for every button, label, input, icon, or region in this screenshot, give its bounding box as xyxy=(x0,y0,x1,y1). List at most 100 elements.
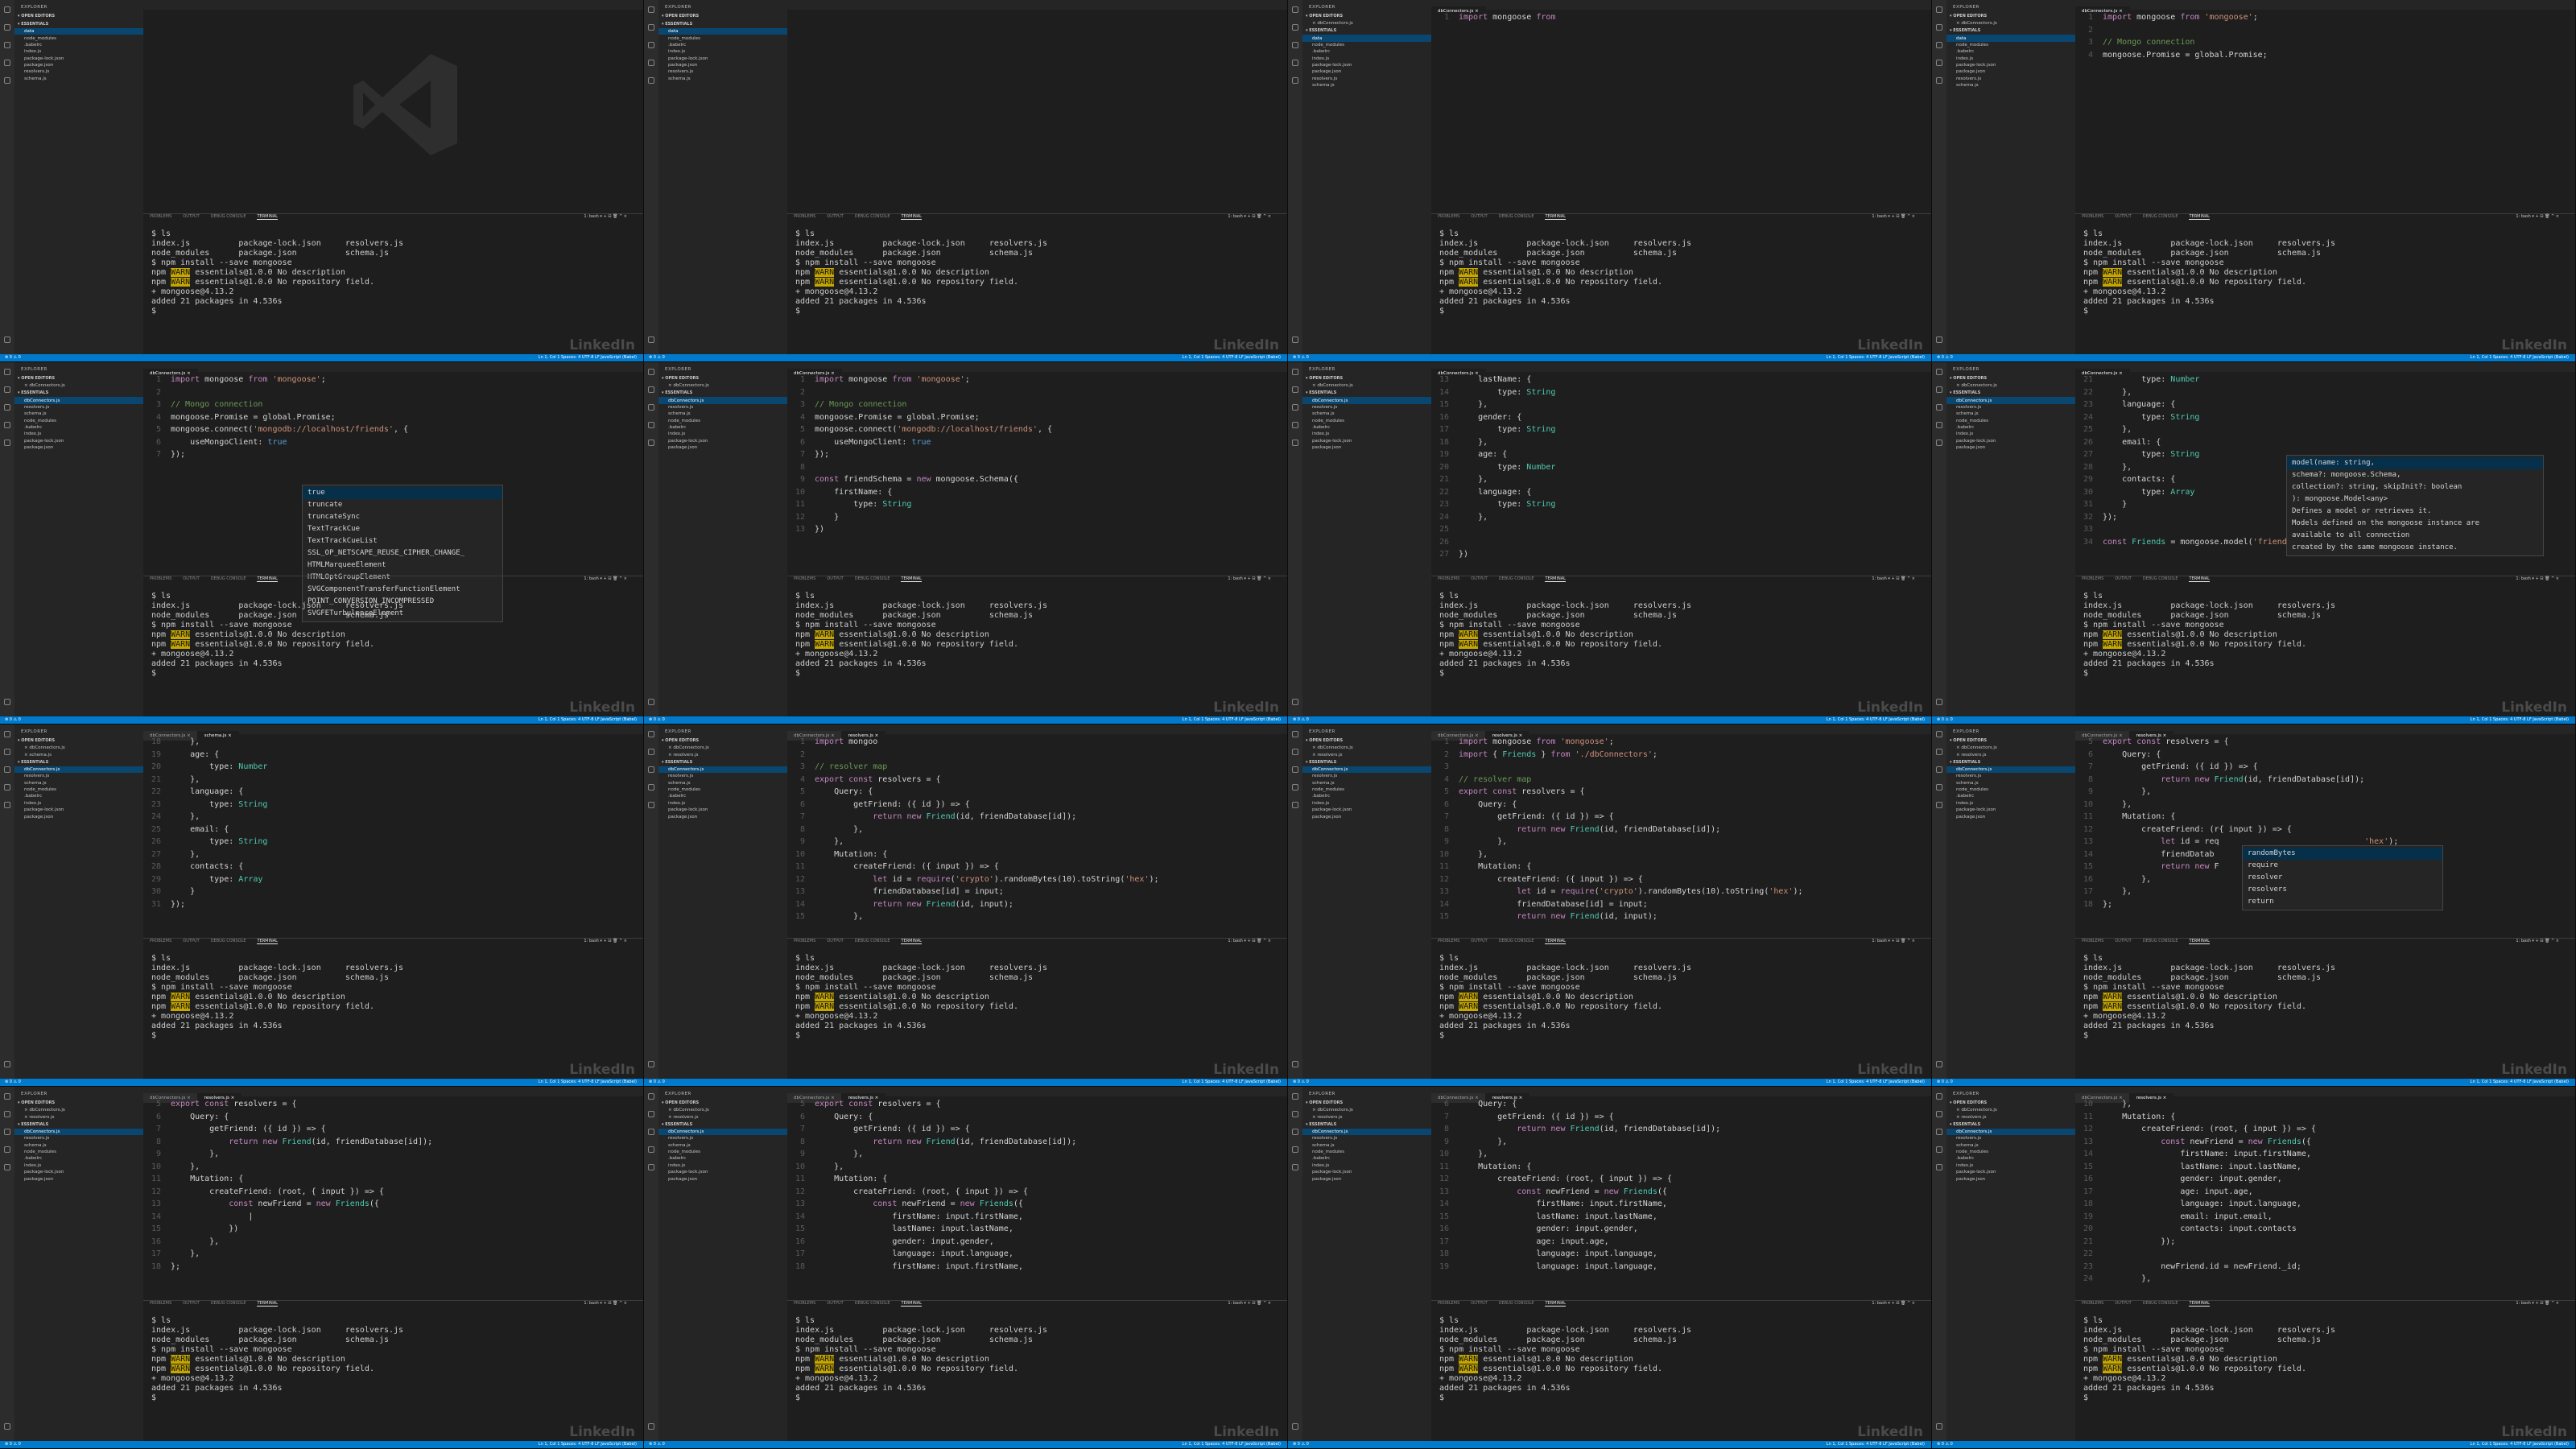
project-header[interactable]: ▾ ESSENTIALS xyxy=(1302,27,1431,35)
file-item[interactable]: .babelrc xyxy=(1946,48,2075,55)
file-item[interactable]: node_modules xyxy=(658,35,787,41)
open-editor-item[interactable]: × dbConnectors.js xyxy=(1302,1107,1431,1113)
panel-tab-debug-console[interactable]: DEBUG CONSOLE xyxy=(2143,214,2178,219)
extensions-icon[interactable] xyxy=(4,77,10,84)
open-editor-item[interactable]: × dbConnectors.js xyxy=(658,745,787,751)
code-editor[interactable]: 1 import mongoose from 'mongoose'; 2 3 // Mo… xyxy=(2075,11,2569,213)
terminal-output[interactable]: $ ls index.js package-lock.json resolvers… xyxy=(2083,1316,2569,1403)
file-item[interactable]: package.json xyxy=(14,813,143,819)
file-item[interactable]: resolvers.js xyxy=(1946,76,2075,82)
file-item[interactable]: .babelrc xyxy=(658,42,787,48)
panel-tab-debug-console[interactable]: DEBUG CONSOLE xyxy=(211,1301,246,1306)
debug-icon[interactable] xyxy=(1936,1146,1942,1153)
panel-tab-problems[interactable]: PROBLEMS xyxy=(794,214,815,219)
panel-tab-output[interactable]: OUTPUT xyxy=(183,1301,199,1306)
panel-tab-output[interactable]: OUTPUT xyxy=(2115,939,2131,943)
files-icon[interactable] xyxy=(648,1093,654,1100)
file-item[interactable]: dbConnectors.js xyxy=(1946,397,2075,404)
terminal-tools[interactable]: 1: bash ▾ + ⊟ 🗑 ^ × xyxy=(2516,576,2559,581)
status-left[interactable]: ⊗ 0 ⚠ 0 xyxy=(5,1080,21,1084)
open-editors-header[interactable]: ▾ OPEN EDITORS xyxy=(1946,12,2075,20)
debug-icon[interactable] xyxy=(648,784,654,791)
file-item[interactable]: schema.js xyxy=(1946,82,2075,89)
extensions-icon[interactable] xyxy=(648,1164,654,1170)
open-editors-header[interactable]: ▾ OPEN EDITORS xyxy=(1946,374,2075,382)
status-right[interactable]: Ln 1, Col 1 Spaces: 4 UTF-8 LF JavaScrip… xyxy=(1827,716,1925,724)
panel-tab-problems[interactable]: PROBLEMS xyxy=(794,1301,815,1306)
terminal-tools[interactable]: 1: bash ▾ + ⊟ 🗑 ^ × xyxy=(1872,939,1915,943)
file-item[interactable]: package-lock.json xyxy=(14,1169,143,1175)
file-item[interactable]: .babelrc xyxy=(14,1155,143,1162)
open-editor-item[interactable]: × resolvers.js xyxy=(14,1113,143,1120)
file-item[interactable]: resolvers.js xyxy=(1302,773,1431,779)
gear-icon[interactable] xyxy=(1936,699,1942,705)
file-item[interactable]: package.json xyxy=(1946,68,2075,75)
gear-icon[interactable] xyxy=(648,1423,654,1430)
panel-tab-output[interactable]: OUTPUT xyxy=(1471,576,1487,581)
open-editor-item[interactable]: × resolvers.js xyxy=(1302,751,1431,758)
panel-tab-terminal[interactable]: TERMINAL xyxy=(901,576,922,582)
suggest-item[interactable]: require xyxy=(2243,860,2442,872)
terminal-output[interactable]: $ ls index.js package-lock.json resolvers… xyxy=(2083,229,2569,316)
file-item[interactable]: .babelrc xyxy=(1302,48,1431,55)
terminal-tools[interactable]: 1: bash ▾ + ⊟ 🗑 ^ × xyxy=(1228,214,1271,219)
file-item[interactable]: resolvers.js xyxy=(658,1135,787,1141)
panel-tab-problems[interactable]: PROBLEMS xyxy=(150,576,171,581)
search-icon[interactable] xyxy=(1292,24,1298,31)
terminal-output[interactable]: $ ls index.js package-lock.json resolvers… xyxy=(1439,954,1925,1041)
status-left[interactable]: ⊗ 0 ⚠ 0 xyxy=(1293,1442,1309,1447)
file-item[interactable]: package.json xyxy=(1946,1175,2075,1182)
panel-tab-terminal[interactable]: TERMINAL xyxy=(1545,576,1566,582)
status-right[interactable]: Ln 1, Col 1 Spaces: 4 UTF-8 LF JavaScrip… xyxy=(539,1079,637,1086)
open-editor-item[interactable]: × dbConnectors.js xyxy=(1946,1107,2075,1113)
extensions-icon[interactable] xyxy=(1292,802,1298,808)
terminal-output[interactable]: $ ls index.js package-lock.json resolvers… xyxy=(1439,1316,1925,1403)
file-item[interactable]: package-lock.json xyxy=(658,438,787,444)
extensions-icon[interactable] xyxy=(1292,77,1298,84)
file-item[interactable]: index.js xyxy=(14,1162,143,1169)
file-item[interactable]: .babelrc xyxy=(1302,1155,1431,1162)
extensions-icon[interactable] xyxy=(1292,440,1298,446)
status-right[interactable]: Ln 1, Col 1 Spaces: 4 UTF-8 LF JavaScrip… xyxy=(539,1441,637,1448)
file-item[interactable]: resolvers.js xyxy=(14,773,143,779)
status-right[interactable]: Ln 1, Col 1 Spaces: 4 UTF-8 LF JavaScrip… xyxy=(2471,1441,2569,1448)
panel-tab-terminal[interactable]: TERMINAL xyxy=(257,939,278,944)
open-editor-item[interactable]: × resolvers.js xyxy=(658,751,787,758)
file-item[interactable]: package.json xyxy=(1946,813,2075,819)
debug-icon[interactable] xyxy=(1292,784,1298,791)
file-item[interactable]: package-lock.json xyxy=(1302,62,1431,68)
extensions-icon[interactable] xyxy=(1936,1164,1942,1170)
file-item[interactable]: schema.js xyxy=(1946,1142,2075,1149)
file-item[interactable]: index.js xyxy=(1946,1162,2075,1169)
suggest-item[interactable]: TextTrackCue xyxy=(303,523,502,535)
code-editor[interactable]: 1 import mongoo 2 3 // resolver map 4 export c… xyxy=(787,736,1281,937)
file-item[interactable]: package.json xyxy=(1302,444,1431,451)
project-header[interactable]: ▾ ESSENTIALS xyxy=(658,1121,787,1129)
file-item[interactable]: node_modules xyxy=(1946,786,2075,793)
extensions-icon[interactable] xyxy=(4,1164,10,1170)
file-item[interactable]: package-lock.json xyxy=(14,438,143,444)
open-editor-item[interactable]: × dbConnectors.js xyxy=(1302,20,1431,27)
panel-tab-terminal[interactable]: TERMINAL xyxy=(901,214,922,220)
git-icon[interactable] xyxy=(648,404,654,411)
project-header[interactable]: ▾ ESSENTIALS xyxy=(1946,27,2075,35)
panel-tab-problems[interactable]: PROBLEMS xyxy=(1438,1301,1459,1306)
files-icon[interactable] xyxy=(1292,6,1298,13)
panel-tab-debug-console[interactable]: DEBUG CONSOLE xyxy=(2143,939,2178,943)
terminal-output[interactable]: $ ls index.js package-lock.json resolvers… xyxy=(1439,592,1925,679)
open-editor-item[interactable]: × dbConnectors.js xyxy=(1946,20,2075,27)
git-icon[interactable] xyxy=(4,404,10,411)
panel-tab-debug-console[interactable]: DEBUG CONSOLE xyxy=(2143,576,2178,581)
gear-icon[interactable] xyxy=(1292,699,1298,705)
open-editors-header[interactable]: ▾ OPEN EDITORS xyxy=(658,737,787,745)
file-item[interactable]: node_modules xyxy=(1302,42,1431,48)
panel-tab-output[interactable]: OUTPUT xyxy=(827,214,843,219)
file-item[interactable]: index.js xyxy=(1946,431,2075,437)
file-item[interactable]: schema.js xyxy=(14,780,143,786)
file-item[interactable]: dbConnectors.js xyxy=(658,1128,787,1136)
search-icon[interactable] xyxy=(1292,1111,1298,1117)
file-item[interactable]: package-lock.json xyxy=(658,807,787,813)
git-icon[interactable] xyxy=(1936,404,1942,411)
status-left[interactable]: ⊗ 0 ⚠ 0 xyxy=(1293,355,1309,360)
panel-tab-output[interactable]: OUTPUT xyxy=(2115,576,2131,581)
